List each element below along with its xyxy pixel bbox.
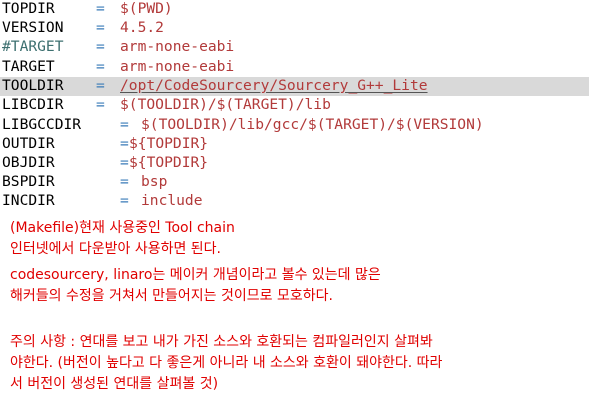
assign-operator: = <box>96 77 105 94</box>
variable-value: ${TOPDIR} <box>129 135 209 152</box>
makefile-line-highlighted: TOOLDIR = /opt/CodeSourcery/Sourcery_G++… <box>0 77 589 96</box>
variable-name: TOOLDIR <box>2 77 64 94</box>
assign-operator: = <box>120 192 129 209</box>
makefile-line: #TARGET = arm-none-eabi <box>0 38 589 56</box>
variable-name: VERSION <box>2 19 64 36</box>
makefile-line: TOPDIR = $(PWD) <box>0 0 589 18</box>
variable-name: INCDIR <box>2 192 55 209</box>
annotation-note-line: 주의 사항 : 연대를 보고 내가 가진 소스와 호환되는 컴파일러인지 살펴봐 <box>10 334 433 350</box>
variable-value: $(TOOLDIR)/$(TARGET)/lib <box>120 96 331 113</box>
variable-name: TOPDIR <box>2 0 55 17</box>
variable-name: LIBGCCDIR <box>2 116 82 133</box>
annotation-note-line: 야한다. (버전이 높다고 다 좋은게 아니라 내 소스와 호환이 돼야한다. … <box>10 355 443 371</box>
variable-name: OBJDIR <box>2 154 55 171</box>
makefile-line: LIBGCCDIR = $(TOOLDIR)/lib/gcc/$(TARGET)… <box>0 116 589 134</box>
makefile-line: VERSION = 4.5.2 <box>0 19 589 37</box>
variable-name: LIBCDIR <box>2 96 64 113</box>
commented-variable-name: #TARGET <box>2 38 64 55</box>
assign-operator: = <box>120 173 129 190</box>
assign-operator: = <box>96 38 105 55</box>
variable-value: /opt/CodeSourcery/Sourcery_G++_Lite <box>120 77 428 94</box>
assign-operator: = <box>120 154 129 171</box>
makefile-line: INCDIR = include <box>0 192 589 210</box>
annotation-note-line: codesourcery, linaro는 메이커 개념이라고 볼수 있는데 많… <box>10 267 381 283</box>
assign-operator: = <box>96 0 105 17</box>
variable-name: BSPDIR <box>2 173 55 190</box>
assign-operator: = <box>120 116 129 133</box>
makefile-line: OBJDIR = ${TOPDIR} <box>0 154 589 172</box>
makefile-editor: TOPDIR = $(PWD) VERSION = 4.5.2 #TARGET … <box>0 0 589 210</box>
annotation-note-line: 서 버전이 생성된 연대를 살펴볼 것) <box>10 376 219 392</box>
assign-operator: = <box>96 58 105 75</box>
variable-value: ${TOPDIR} <box>129 154 209 171</box>
assign-operator: = <box>120 135 129 152</box>
variable-value: 4.5.2 <box>120 19 164 36</box>
annotation-note-line: (Makefile)현재 사용중인 Tool chain <box>10 220 235 236</box>
variable-value: include <box>141 192 203 209</box>
variable-value: bsp <box>141 173 168 190</box>
assign-operator: = <box>96 19 105 36</box>
assign-operator: = <box>96 96 105 113</box>
makefile-line: OUTDIR = ${TOPDIR} <box>0 135 589 153</box>
makefile-line: LIBCDIR = $(TOOLDIR)/$(TARGET)/lib <box>0 96 589 114</box>
variable-value: arm-none-eabi <box>120 58 235 75</box>
makefile-line: TARGET = arm-none-eabi <box>0 58 589 76</box>
variable-value: $(PWD) <box>120 0 173 17</box>
annotation-note-line: 인터넷에서 다운받아 사용하면 된다. <box>10 241 221 257</box>
variable-name: OUTDIR <box>2 135 55 152</box>
variable-value: $(TOOLDIR)/lib/gcc/$(TARGET)/$(VERSION) <box>141 116 484 133</box>
variable-value: arm-none-eabi <box>120 38 235 55</box>
makefile-line: BSPDIR = bsp <box>0 173 589 191</box>
variable-name: TARGET <box>2 58 55 75</box>
annotation-note-line: 해커들의 수정을 거쳐서 만들어지는 것이므로 모호하다. <box>10 288 333 304</box>
